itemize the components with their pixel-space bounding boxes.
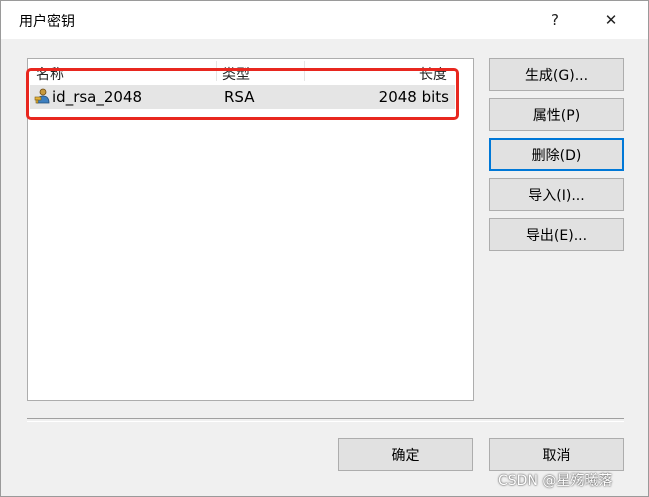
dialog-title: 用户密钥 — [19, 14, 75, 30]
cancel-button[interactable]: 取消 — [489, 438, 624, 471]
delete-button[interactable]: 删除(D) — [489, 138, 624, 171]
divider — [27, 418, 624, 422]
user-keys-dialog: 用户密钥 ? ✕ 名称 类型 长度 id_rsa_2048 RSA 2048 b… — [0, 0, 649, 497]
properties-button[interactable]: 属性(P) — [489, 98, 624, 131]
generate-button[interactable]: 生成(G)... — [489, 58, 624, 91]
ok-button[interactable]: 确定 — [338, 438, 473, 471]
close-button[interactable]: ✕ — [589, 7, 633, 33]
watermark: CSDN @星殇曦落 — [498, 473, 613, 489]
title-bar: 用户密钥 ? ✕ — [1, 1, 648, 39]
import-button[interactable]: 导入(I)... — [489, 178, 624, 211]
highlight-box — [26, 68, 459, 120]
help-button[interactable]: ? — [533, 7, 577, 33]
export-button[interactable]: 导出(E)... — [489, 218, 624, 251]
